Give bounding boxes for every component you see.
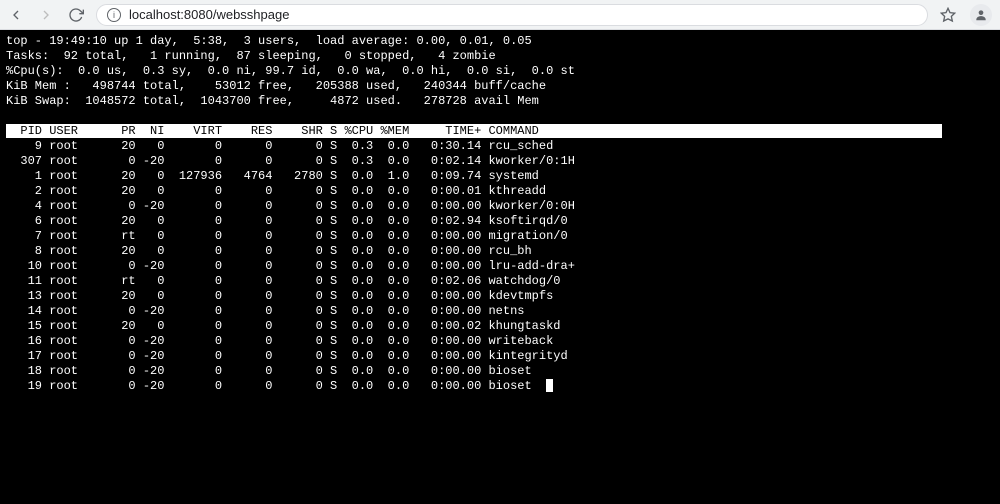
process-row: 8 root 20 0 0 0 0 S 0.0 0.0 0:00.00 rcu_…	[6, 244, 532, 258]
process-row: 2 root 20 0 0 0 0 S 0.0 0.0 0:00.01 kthr…	[6, 184, 546, 198]
process-row: 17 root 0 -20 0 0 0 S 0.0 0.0 0:00.00 ki…	[6, 349, 568, 363]
back-icon[interactable]	[8, 7, 24, 23]
star-icon[interactable]	[940, 7, 956, 23]
process-row: 15 root 20 0 0 0 0 S 0.0 0.0 0:00.02 khu…	[6, 319, 561, 333]
cursor	[546, 379, 553, 392]
browser-toolbar: i localhost:8080/websshpage	[0, 0, 1000, 30]
process-row: 6 root 20 0 0 0 0 S 0.0 0.0 0:02.94 ksof…	[6, 214, 568, 228]
process-header: PID USER PR NI VIRT RES SHR S %CPU %MEM …	[6, 124, 942, 138]
process-row: 19 root 0 -20 0 0 0 S 0.0 0.0 0:00.00 bi…	[6, 379, 532, 393]
toolbar-right	[940, 4, 992, 26]
forward-icon[interactable]	[38, 7, 54, 23]
process-row: 14 root 0 -20 0 0 0 S 0.0 0.0 0:00.00 ne…	[6, 304, 524, 318]
process-row: 9 root 20 0 0 0 0 S 0.3 0.0 0:30.14 rcu_…	[6, 139, 553, 153]
process-row: 18 root 0 -20 0 0 0 S 0.0 0.0 0:00.00 bi…	[6, 364, 532, 378]
site-info-icon[interactable]: i	[107, 8, 121, 22]
process-row: 10 root 0 -20 0 0 0 S 0.0 0.0 0:00.00 lr…	[6, 259, 575, 273]
process-row: 307 root 0 -20 0 0 0 S 0.3 0.0 0:02.14 k…	[6, 154, 575, 168]
url-text: localhost:8080/websshpage	[129, 7, 289, 22]
process-row: 4 root 0 -20 0 0 0 S 0.0 0.0 0:00.00 kwo…	[6, 199, 575, 213]
process-row: 1 root 20 0 127936 4764 2780 S 0.0 1.0 0…	[6, 169, 539, 183]
nav-buttons	[8, 7, 84, 23]
process-row: 11 root rt 0 0 0 0 S 0.0 0.0 0:02.06 wat…	[6, 274, 561, 288]
avatar-icon[interactable]	[970, 4, 992, 26]
reload-icon[interactable]	[68, 7, 84, 23]
process-row: 13 root 20 0 0 0 0 S 0.0 0.0 0:00.00 kde…	[6, 289, 553, 303]
address-bar[interactable]: i localhost:8080/websshpage	[96, 4, 928, 26]
process-row: 16 root 0 -20 0 0 0 S 0.0 0.0 0:00.00 wr…	[6, 334, 553, 348]
terminal-output[interactable]: top - 19:49:10 up 1 day, 5:38, 3 users, …	[0, 30, 1000, 504]
process-row: 7 root rt 0 0 0 0 S 0.0 0.0 0:00.00 migr…	[6, 229, 568, 243]
